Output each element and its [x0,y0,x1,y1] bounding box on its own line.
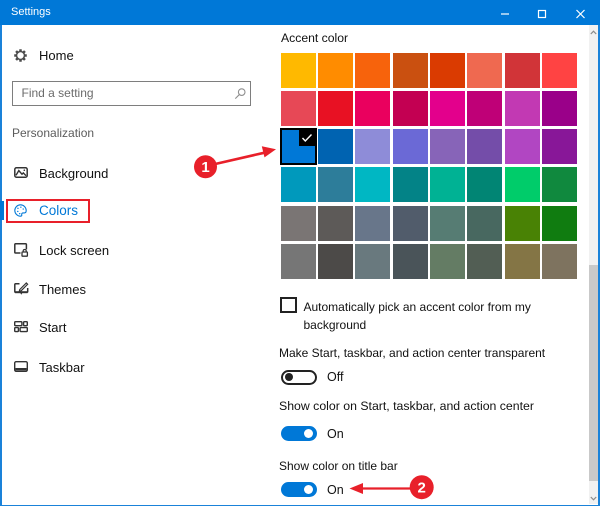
svg-text:2: 2 [418,480,426,497]
svg-text:1: 1 [201,159,209,176]
